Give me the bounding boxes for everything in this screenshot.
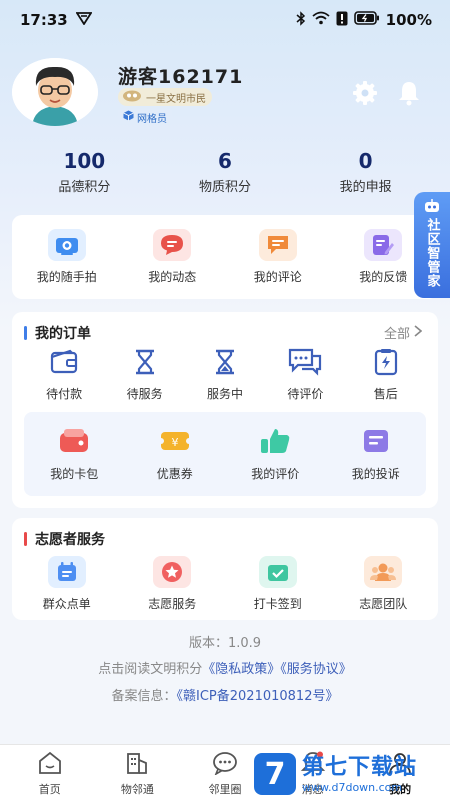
service-agreement-link[interactable]: 《服务协议》 xyxy=(280,662,352,677)
settings-gear-icon[interactable] xyxy=(350,78,380,108)
site-watermark: 7 第七下载站 www.d7down.com xyxy=(254,748,450,800)
cube-icon xyxy=(123,110,134,124)
tab-home[interactable]: 首页 xyxy=(10,745,90,800)
svg-text:¥: ¥ xyxy=(171,436,178,449)
status-time: 17:33 xyxy=(20,11,68,29)
volunteer-service[interactable]: 志愿服务 xyxy=(122,556,222,612)
message-icon xyxy=(153,229,192,261)
avatar[interactable] xyxy=(12,58,98,126)
quick-action-my-comments[interactable]: 我的评论 xyxy=(228,229,328,285)
username: 游客162171 xyxy=(118,66,244,88)
service-icon xyxy=(371,348,401,380)
volunteer-card: 志愿者服务 群众点单 志愿服务 打卡签到 志愿团队 xyxy=(12,518,438,620)
chat-icon xyxy=(288,348,322,380)
volunteer-title: 志愿者服务 xyxy=(24,529,105,549)
sim-alert-icon xyxy=(336,11,348,30)
edit-icon xyxy=(364,229,403,261)
side-tab-label: 社区智管家 xyxy=(424,218,440,288)
quick-actions-card: 我的随手拍 我的动态 我的评论 我的反馈 xyxy=(12,215,438,299)
comment-icon xyxy=(258,229,297,261)
thumbs-up-icon xyxy=(257,426,293,460)
hourglass-icon xyxy=(210,348,240,380)
volunteer-team[interactable]: 志愿团队 xyxy=(333,556,433,612)
tab-property[interactable]: 物邻通 xyxy=(97,745,177,800)
app-version: 版本：1.0.9 xyxy=(188,636,262,651)
watermark-url: www.d7down.com xyxy=(302,780,403,794)
civility-badge: 一星文明市民 xyxy=(118,88,212,106)
battery-icon xyxy=(353,11,380,29)
watermark-logo: 7 xyxy=(254,753,296,795)
team-icon xyxy=(364,556,403,588)
battery-percent: 100% xyxy=(385,11,432,29)
icp-info: 备案信息：《赣ICP备2021010812号》 xyxy=(111,689,339,704)
wallet-icon xyxy=(49,348,79,380)
orders-sub-panel: 我的卡包 ¥ 优惠券 我的评价 我的投诉 xyxy=(24,412,426,496)
hourglass-icon xyxy=(130,348,160,380)
points-stats: 100 品德积分 6 物质积分 0 我的申报 xyxy=(0,148,450,198)
orders-card: 我的订单 全部 待付款 待服务 服务中 待评价 售后 我的卡包 ¥ 优惠券 我的… xyxy=(12,312,438,508)
bluetooth-icon xyxy=(296,10,306,30)
order-pending-service[interactable]: 待服务 xyxy=(110,348,180,402)
status-bar: 17:33 100% xyxy=(0,0,450,40)
home-icon xyxy=(37,751,63,779)
my-complaints[interactable]: 我的投诉 xyxy=(333,426,419,496)
volunteer-public-order[interactable]: 群众点单 xyxy=(17,556,117,612)
quick-action-my-posts[interactable]: 我的动态 xyxy=(122,229,222,285)
camera-icon xyxy=(47,229,86,261)
complaint-icon xyxy=(358,426,394,460)
checkin-icon xyxy=(258,556,297,588)
stat-material-points[interactable]: 6 物质积分 xyxy=(155,148,295,198)
orders-title: 我的订单 xyxy=(24,323,91,343)
medal-icon xyxy=(122,90,142,105)
bell-icon[interactable] xyxy=(394,78,424,108)
community-assistant-tab[interactable]: 社区智管家 xyxy=(414,192,450,298)
calendar-icon xyxy=(47,556,86,588)
coupon-icon: ¥ xyxy=(157,426,193,460)
stat-my-reports[interactable]: 0 我的申报 xyxy=(296,148,436,198)
policy-links: 点击阅读文明积分《隐私政策》《服务协议》 xyxy=(98,662,352,677)
order-pending-payment[interactable]: 待付款 xyxy=(29,348,99,402)
role-badge: 网格员 xyxy=(118,109,172,125)
star-icon xyxy=(153,556,192,588)
profile-header: 游客162171 一星文明市民 网格员 xyxy=(12,58,438,130)
orders-view-all[interactable]: 全部 xyxy=(384,323,423,342)
icp-link[interactable]: 《赣ICP备2021010812号》 xyxy=(177,689,339,704)
order-after-sales[interactable]: 售后 xyxy=(351,348,421,402)
wifi-icon xyxy=(312,11,330,29)
chevron-right-icon xyxy=(414,324,423,341)
tab-neighborhood[interactable]: 邻里圈 xyxy=(185,745,265,800)
order-in-service[interactable]: 服务中 xyxy=(190,348,260,402)
chat-bubble-icon xyxy=(212,751,238,779)
card-wallet-icon xyxy=(56,426,92,460)
stat-moral-points[interactable]: 100 品德积分 xyxy=(14,148,154,198)
my-coupons[interactable]: ¥ 优惠券 xyxy=(132,426,218,496)
volunteer-check-in[interactable]: 打卡签到 xyxy=(228,556,328,612)
robot-icon xyxy=(423,198,441,218)
privacy-policy-link[interactable]: 《隐私政策》 xyxy=(202,662,280,677)
my-card-wallet[interactable]: 我的卡包 xyxy=(31,426,117,496)
building-icon xyxy=(124,751,150,779)
notification-icon xyxy=(75,11,93,29)
order-pending-review[interactable]: 待评价 xyxy=(270,348,340,402)
quick-action-my-snapshots[interactable]: 我的随手拍 xyxy=(17,229,117,285)
my-reviews[interactable]: 我的评价 xyxy=(232,426,318,496)
watermark-title: 第七下载站 xyxy=(302,754,418,780)
